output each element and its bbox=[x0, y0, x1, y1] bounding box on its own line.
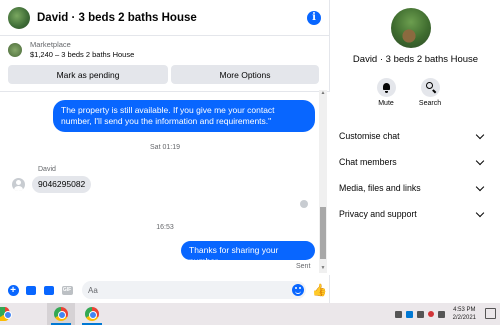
sender-avatar[interactable] bbox=[12, 178, 25, 191]
taskbar-clock[interactable]: 4:53 PM 2/2/2021 bbox=[453, 306, 476, 322]
bell-icon bbox=[382, 83, 390, 93]
chevron-up-icon[interactable] bbox=[394, 310, 402, 318]
system-tray: 4:53 PM 2/2/2021 bbox=[394, 305, 476, 323]
message-input-placeholder: Aa bbox=[88, 285, 98, 295]
marketplace-label: Marketplace bbox=[30, 40, 71, 49]
mute-button[interactable]: Mute bbox=[371, 78, 401, 107]
chrome-icon bbox=[85, 307, 99, 321]
composer-bar: + GIF Aa 👍 bbox=[0, 277, 330, 303]
listing-thumbnail bbox=[8, 43, 22, 57]
conversation-name: David · 3 beds 2 baths House bbox=[352, 54, 479, 65]
chat-title[interactable]: David · 3 beds 2 baths House bbox=[37, 12, 307, 24]
outgoing-message[interactable]: The property is still available. If you … bbox=[53, 100, 315, 132]
listing-summary[interactable]: Marketplace $1,240 – 3 beds 2 baths Hous… bbox=[8, 40, 321, 60]
message-timestamp: 16:53 bbox=[156, 224, 174, 231]
taskbar-app-chrome[interactable] bbox=[47, 303, 75, 325]
clock-time: 4:53 PM bbox=[453, 307, 476, 313]
mute-label: Mute bbox=[378, 100, 394, 107]
listing-price-title: $1,240 – 3 beds 2 baths House bbox=[30, 50, 135, 59]
windows-taskbar: 4:53 PM 2/2/2021 bbox=[0, 303, 500, 325]
clock-date: 2/2/2021 bbox=[452, 315, 476, 321]
info-menu: Customise chat Chat members Media, files… bbox=[331, 123, 491, 227]
notification-icon[interactable] bbox=[485, 308, 496, 319]
sent-status: Sent bbox=[296, 263, 311, 270]
chat-header: David · 3 beds 2 baths House i bbox=[0, 0, 329, 36]
listing-actions: Mark as pending More Options bbox=[8, 65, 321, 84]
chrome-icon bbox=[0, 307, 12, 321]
menu-media-files-links[interactable]: Media, files and links bbox=[331, 175, 491, 201]
chrome-icon bbox=[54, 307, 68, 321]
more-options-button[interactable]: More Options bbox=[171, 65, 319, 84]
gif-icon[interactable]: GIF bbox=[61, 284, 73, 296]
scroll-up-icon[interactable]: ▲ bbox=[319, 90, 327, 96]
message-scrollbar[interactable]: ▲ ▼ bbox=[319, 90, 327, 273]
chevron-down-icon bbox=[475, 208, 485, 217]
menu-customise-chat[interactable]: Customise chat bbox=[331, 123, 491, 149]
menu-chat-members[interactable]: Chat members bbox=[331, 149, 491, 175]
menu-privacy-support[interactable]: Privacy and support bbox=[331, 201, 491, 227]
search-label: Search bbox=[418, 100, 442, 107]
search-icon bbox=[425, 82, 433, 89]
taskbar-app-chrome[interactable] bbox=[78, 303, 106, 325]
conversation-info-panel: David · 3 beds 2 baths House Mute Search… bbox=[331, 0, 500, 303]
photo-icon[interactable] bbox=[25, 284, 37, 296]
chevron-down-icon bbox=[475, 182, 485, 191]
read-receipt-avatar bbox=[300, 200, 308, 208]
security-icon[interactable] bbox=[427, 311, 434, 317]
chevron-down-icon bbox=[475, 130, 485, 139]
listing-card: Marketplace $1,240 – 3 beds 2 baths Hous… bbox=[0, 36, 329, 92]
sender-name: David bbox=[38, 166, 56, 173]
taskbar-app-chrome[interactable] bbox=[0, 303, 28, 325]
message-timestamp: Sat 01:19 bbox=[150, 144, 180, 151]
message-list[interactable]: The property is still available. If you … bbox=[0, 92, 330, 275]
listing-avatar[interactable] bbox=[8, 6, 30, 29]
plus-icon[interactable]: + bbox=[7, 284, 19, 296]
thumbs-up-icon[interactable]: 👍 bbox=[312, 283, 327, 297]
sticker-icon[interactable] bbox=[43, 284, 55, 296]
bluetooth-icon[interactable] bbox=[405, 310, 413, 318]
conversation-avatar bbox=[391, 8, 431, 48]
emoji-icon[interactable] bbox=[292, 284, 304, 296]
chat-panel: David · 3 beds 2 baths House i Marketpla… bbox=[0, 0, 330, 303]
volume-icon[interactable] bbox=[437, 310, 445, 318]
network-icon[interactable] bbox=[416, 310, 424, 318]
info-icon[interactable]: i bbox=[307, 10, 321, 25]
scrollbar-thumb[interactable] bbox=[320, 207, 326, 259]
scroll-down-icon[interactable]: ▼ bbox=[319, 265, 327, 271]
outgoing-message[interactable]: Thanks for sharing your number. bbox=[181, 241, 315, 266]
chevron-down-icon bbox=[475, 156, 485, 165]
message-input[interactable]: Aa bbox=[82, 281, 306, 299]
incoming-message[interactable]: 9046295082 bbox=[32, 176, 91, 193]
search-button[interactable]: Search bbox=[415, 78, 445, 107]
mark-as-pending-button[interactable]: Mark as pending bbox=[8, 65, 168, 84]
